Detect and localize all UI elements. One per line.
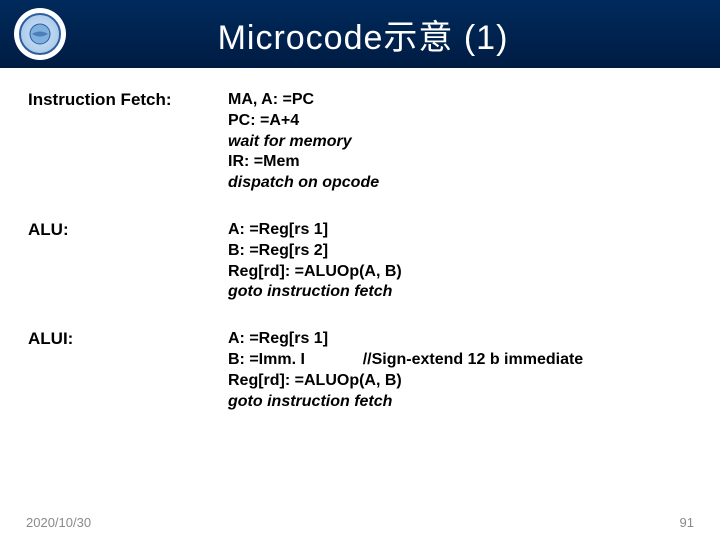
code-line: PC: =A+4 (228, 111, 379, 132)
code-line: wait for memory (228, 132, 379, 153)
section-label: ALU: (28, 220, 228, 240)
code-line: dispatch on opcode (228, 173, 379, 194)
section-alui: ALUI: A: =Reg[rs 1] B: =Imm. I //Sign-ex… (28, 329, 692, 412)
slide-footer: 2020/10/30 91 (0, 515, 720, 530)
code-line: IR: =Mem (228, 152, 379, 173)
footer-date: 2020/10/30 (26, 515, 91, 530)
section-body: A: =Reg[rs 1] B: =Imm. I //Sign-extend 1… (228, 329, 583, 412)
code-line: goto instruction fetch (228, 392, 583, 413)
section-body: MA, A: =PC PC: =A+4 wait for memory IR: … (228, 90, 379, 194)
code-line: A: =Reg[rs 1] (228, 220, 402, 241)
slide-title: Microcode示意 (1) (66, 10, 720, 59)
code-line: Reg[rd]: =ALUOp(A, B) (228, 262, 402, 283)
logo-seal-icon (19, 13, 61, 55)
code-line: A: =Reg[rs 1] (228, 329, 583, 350)
slide-content: Instruction Fetch: MA, A: =PC PC: =A+4 w… (0, 68, 720, 412)
section-body: A: =Reg[rs 1] B: =Reg[rs 2] Reg[rd]: =AL… (228, 220, 402, 303)
code-line: Reg[rd]: =ALUOp(A, B) (228, 371, 583, 392)
section-instruction-fetch: Instruction Fetch: MA, A: =PC PC: =A+4 w… (28, 90, 692, 194)
code-line: B: =Imm. I //Sign-extend 12 b immediate (228, 350, 583, 371)
code-line: B: =Reg[rs 2] (228, 241, 402, 262)
section-alu: ALU: A: =Reg[rs 1] B: =Reg[rs 2] Reg[rd]… (28, 220, 692, 303)
university-logo (14, 8, 66, 60)
slide-header: Microcode示意 (1) (0, 0, 720, 68)
code-line: goto instruction fetch (228, 282, 402, 303)
code-line: MA, A: =PC (228, 90, 379, 111)
section-label: Instruction Fetch: (28, 90, 228, 110)
footer-page-number: 91 (680, 515, 694, 530)
section-label: ALUI: (28, 329, 228, 349)
